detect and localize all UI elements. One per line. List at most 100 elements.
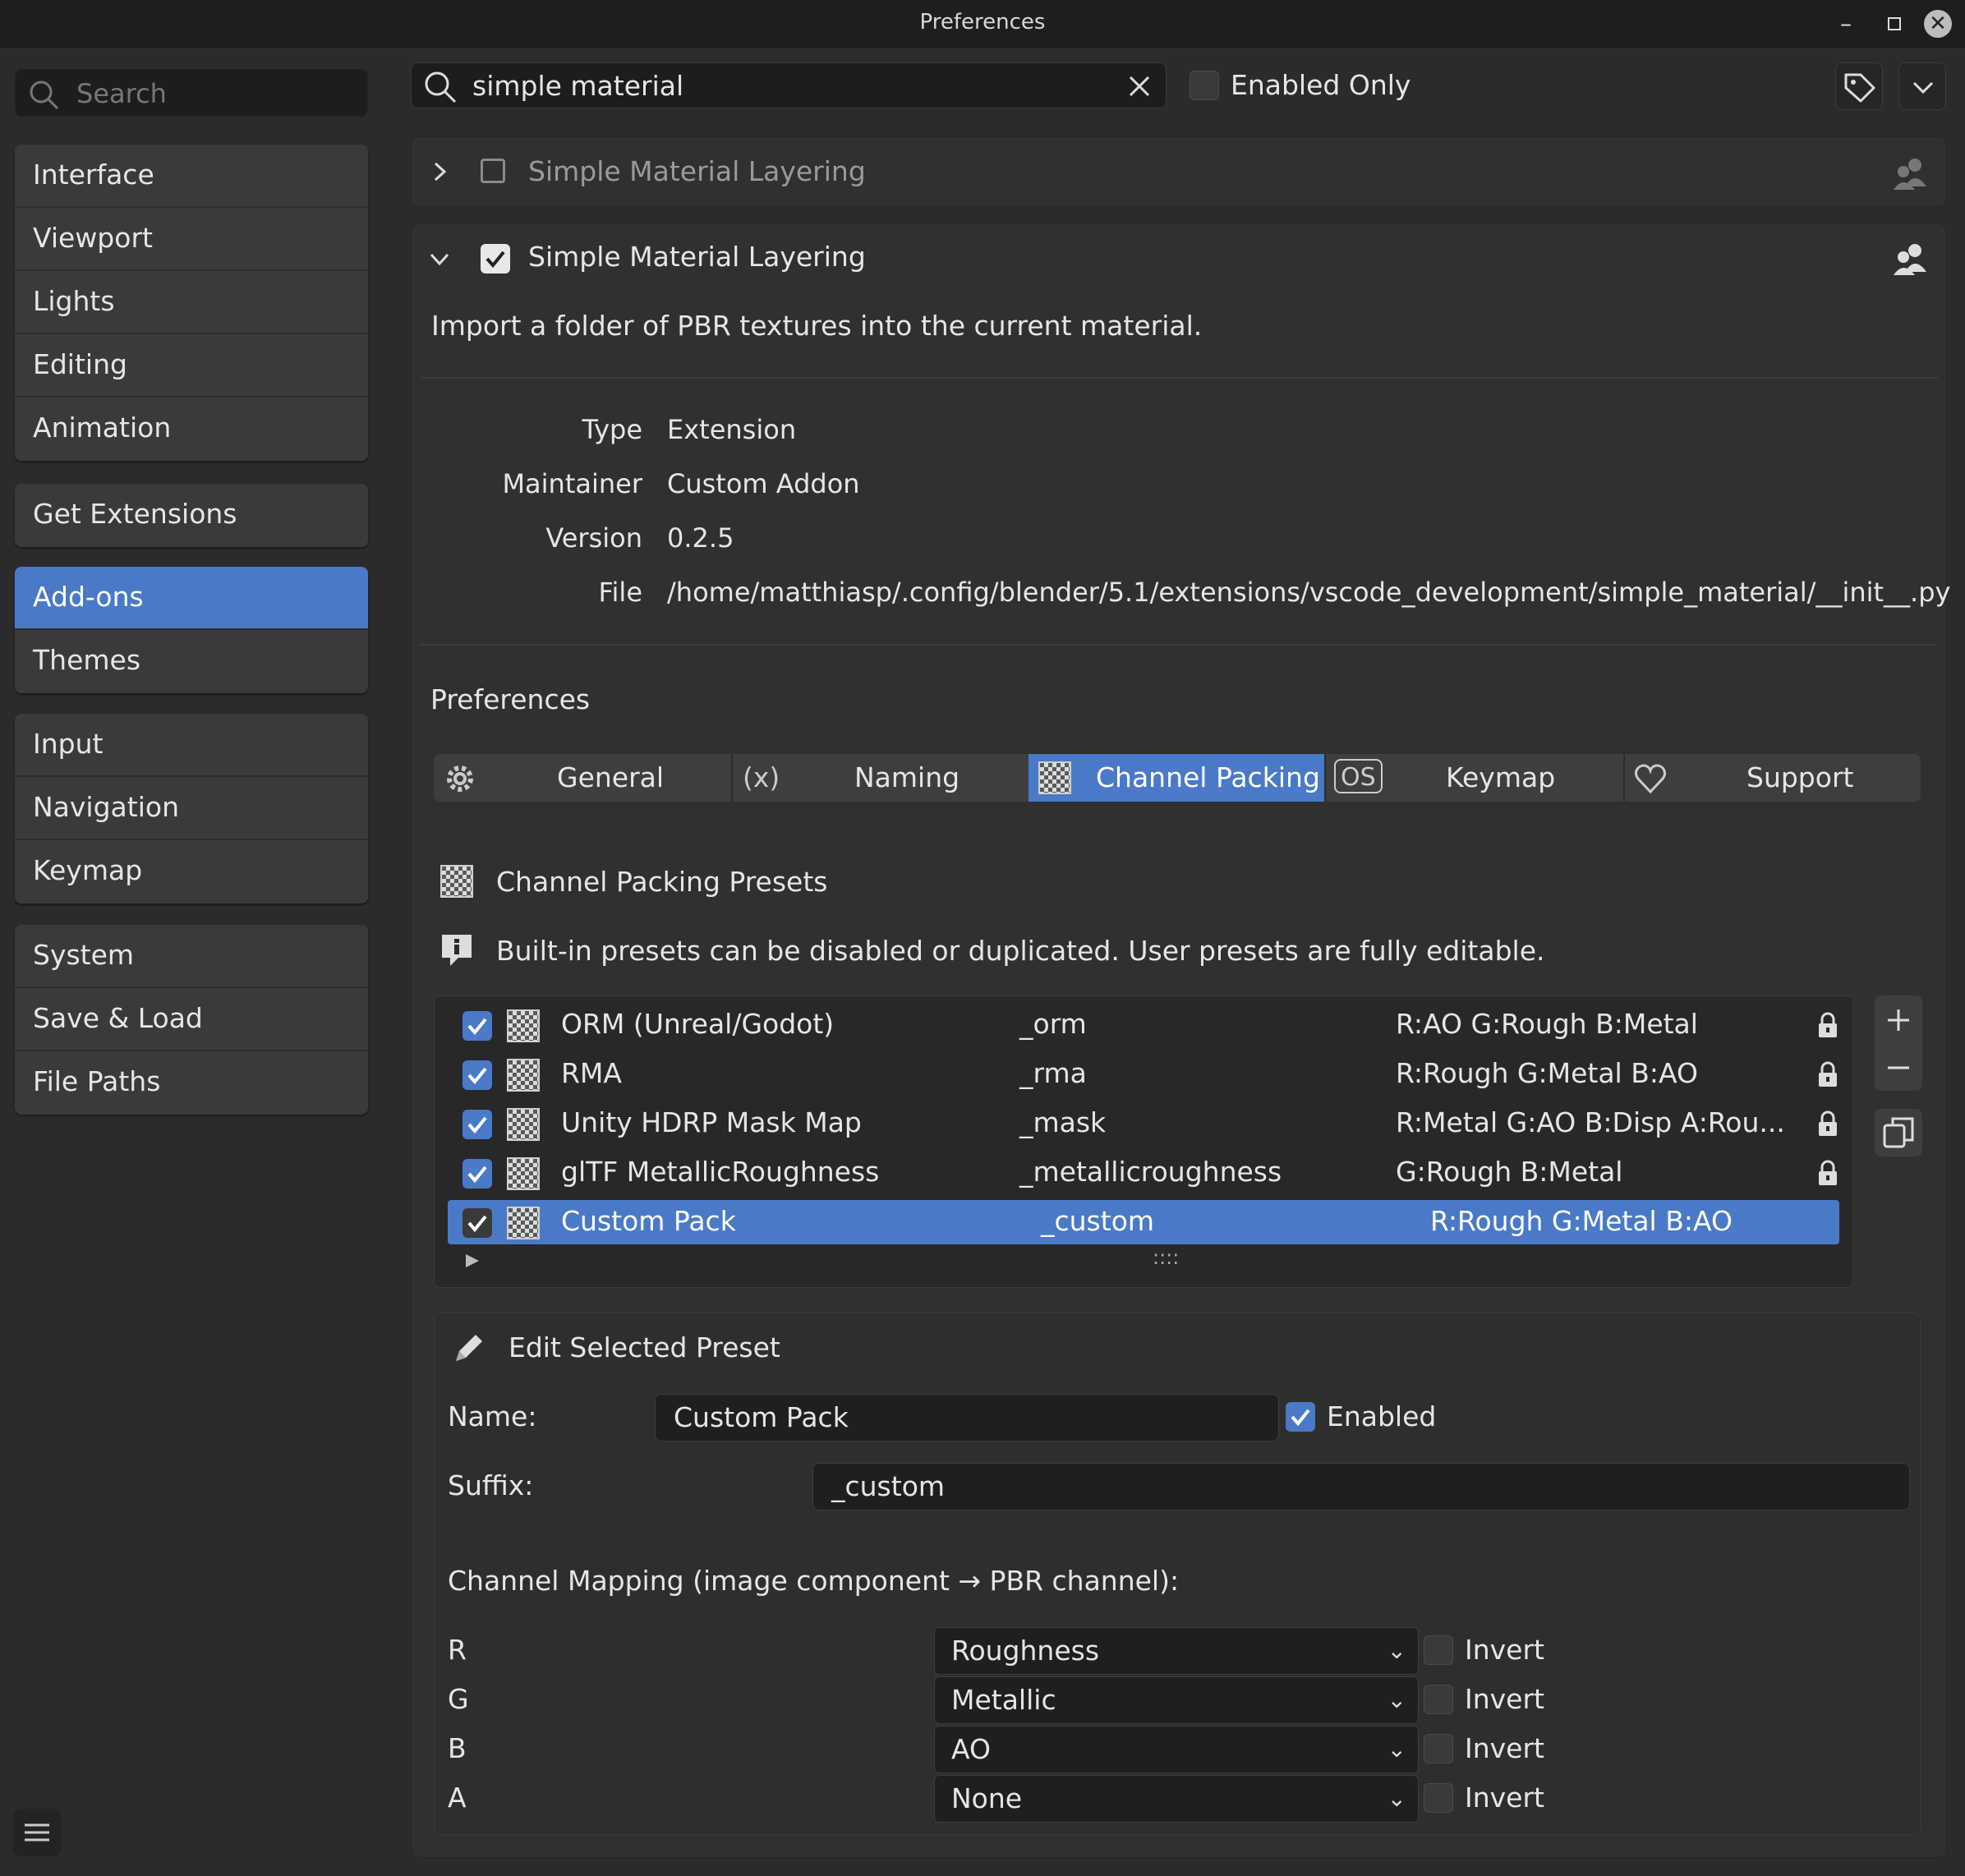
preset-suffix: _metallicroughness: [1019, 1156, 1282, 1188]
list-item-selected[interactable]: Custom Pack _custom R:Rough G:Metal B:AO: [448, 1200, 1839, 1244]
sidebar-item-navigation[interactable]: Navigation: [15, 777, 368, 840]
sidebar-item-get-extensions[interactable]: Get Extensions: [15, 484, 368, 547]
tab-support[interactable]: Support: [1625, 754, 1921, 802]
addon-name: Simple Material Layering: [528, 241, 866, 273]
sidebar-item-themes[interactable]: Themes: [15, 630, 368, 693]
chevron-down-icon[interactable]: [425, 244, 454, 274]
check-icon: [467, 1067, 487, 1085]
check-icon: [467, 1215, 487, 1233]
channel-g-invert-label: Invert: [1465, 1683, 1544, 1715]
checker-icon: [507, 1059, 540, 1092]
name-label: Name:: [448, 1400, 537, 1432]
os-key-icon: OS: [1334, 759, 1383, 793]
duplicate-preset-button[interactable]: [1875, 1109, 1922, 1156]
checker-icon: [507, 1157, 540, 1190]
pencil-icon: [456, 1335, 482, 1361]
info-type-label: Type: [582, 414, 643, 445]
addon-enable-checkbox[interactable]: [481, 244, 510, 274]
sidebar-item-editing[interactable]: Editing: [15, 334, 368, 398]
divider: [421, 377, 1938, 379]
channel-r-invert-label: Invert: [1465, 1634, 1544, 1666]
tab-keymap[interactable]: OS Keymap: [1326, 754, 1623, 802]
preset-enabled-checkbox[interactable]: [462, 1110, 492, 1139]
channel-r-invert-checkbox[interactable]: [1424, 1635, 1453, 1665]
addon-enable-checkbox[interactable]: [481, 159, 505, 183]
addon-description: Import a folder of PBR textures into the…: [431, 310, 1203, 342]
sidebar-item-add-ons[interactable]: Add-ons: [15, 567, 368, 630]
preset-suffix-input[interactable]: _custom: [812, 1463, 1910, 1510]
info-maintainer-label: Maintainer: [502, 468, 642, 499]
checker-icon: [1038, 761, 1071, 794]
chevron-down-icon: ⌄: [1387, 1637, 1406, 1664]
info-file-value: /home/matthiasp/.config/blender/5.1/exte…: [667, 577, 1951, 608]
remove-preset-button[interactable]: [1875, 1045, 1922, 1091]
addon-entry-collapsed: Simple Material Layering: [411, 136, 1947, 207]
channel-mapping-heading: Channel Mapping (image component → PBR c…: [448, 1565, 1180, 1597]
sidebar-item-viewport[interactable]: Viewport: [15, 208, 368, 271]
minimize-button[interactable]: –: [1827, 5, 1865, 43]
sidebar-item-lights[interactable]: Lights: [15, 271, 368, 334]
maximize-button[interactable]: [1875, 5, 1912, 43]
preset-channels: R:AO G:Rough B:Metal: [1396, 1008, 1698, 1040]
close-button[interactable]: ✕: [1924, 10, 1952, 38]
enabled-only-checkbox[interactable]: [1190, 71, 1219, 100]
heart-icon: [1635, 764, 1666, 794]
nav-group-3: Add-ons Themes: [15, 567, 368, 693]
channel-r-label: R: [448, 1634, 467, 1666]
preset-name-input[interactable]: Custom Pack: [655, 1394, 1279, 1441]
preset-enabled-checkbox[interactable]: [462, 1159, 492, 1189]
info-version-label: Version: [545, 522, 642, 554]
lock-icon: [1819, 1160, 1837, 1185]
sidebar-item-system[interactable]: System: [15, 925, 368, 988]
channel-g-label: G: [448, 1683, 469, 1715]
sidebar-item-input[interactable]: Input: [15, 714, 368, 777]
list-item[interactable]: glTF MetallicRoughness _metallicroughnes…: [448, 1151, 1839, 1195]
channel-b-invert-checkbox[interactable]: [1424, 1734, 1453, 1763]
resize-grip[interactable]: ::::: [1153, 1246, 1179, 1269]
preset-enabled-checkbox[interactable]: [1286, 1402, 1315, 1432]
channel-b-select[interactable]: AO ⌄: [934, 1726, 1419, 1773]
preset-enabled-checkbox[interactable]: [462, 1060, 492, 1090]
sidebar-item-keymap[interactable]: Keymap: [15, 840, 368, 904]
check-icon: [467, 1116, 487, 1134]
channel-g-select[interactable]: Metallic ⌄: [934, 1676, 1419, 1724]
sidebar-item-interface[interactable]: Interface: [15, 145, 368, 208]
tab-general[interactable]: General: [434, 754, 731, 802]
sidebar-item-save-load[interactable]: Save & Load: [15, 988, 368, 1051]
sidebar-search-input[interactable]: Search: [15, 69, 368, 117]
list-item[interactable]: RMA _rma R:Rough G:Metal B:AO: [448, 1052, 1839, 1097]
channel-a-invert-checkbox[interactable]: [1424, 1783, 1453, 1813]
addon-name: Simple Material Layering: [528, 155, 866, 187]
edit-preset-heading: Edit Selected Preset: [509, 1331, 780, 1363]
plus-icon: [1888, 1009, 1909, 1031]
menu-button[interactable]: [13, 1809, 61, 1856]
checker-icon: [440, 865, 473, 898]
addon-search-input[interactable]: simple material: [411, 62, 1167, 108]
preset-channels: G:Rough B:Metal: [1396, 1156, 1623, 1188]
list-item[interactable]: Unity HDRP Mask Map _mask R:Metal G:AO B…: [448, 1101, 1839, 1146]
sidebar-item-file-paths[interactable]: File Paths: [15, 1051, 368, 1115]
nav-group-5: System Save & Load File Paths: [15, 925, 368, 1115]
check-icon: [485, 251, 505, 269]
channel-a-select[interactable]: None ⌄: [934, 1775, 1419, 1823]
lock-icon: [1819, 1110, 1837, 1136]
clear-search-icon[interactable]: [1126, 73, 1153, 99]
presets-list: ORM (Unreal/Godot) _orm R:AO G:Rough B:M…: [434, 995, 1853, 1288]
chevron-right-icon[interactable]: [425, 157, 454, 186]
tag-filter-button[interactable]: [1835, 62, 1883, 110]
preferences-tabs: General (x) Naming Channel Packing OS Ke…: [434, 754, 1921, 802]
filter-dropdown-button[interactable]: [1898, 62, 1946, 110]
divider: [421, 644, 1937, 646]
preset-enabled-checkbox[interactable]: [462, 1011, 492, 1041]
sidebar-search-placeholder: Search: [76, 78, 167, 109]
expand-triangle-icon[interactable]: [462, 1251, 482, 1271]
channel-r-select[interactable]: Roughness ⌄: [934, 1627, 1419, 1675]
tab-naming[interactable]: (x) Naming: [733, 754, 1029, 802]
tab-channel-packing[interactable]: Channel Packing: [1029, 754, 1324, 802]
check-icon: [1291, 1409, 1310, 1427]
channel-g-invert-checkbox[interactable]: [1424, 1685, 1453, 1714]
list-item[interactable]: ORM (Unreal/Godot) _orm R:AO G:Rough B:M…: [448, 1003, 1839, 1047]
preset-enabled-checkbox[interactable]: [462, 1208, 492, 1238]
add-preset-button[interactable]: [1875, 997, 1922, 1043]
sidebar-item-animation[interactable]: Animation: [15, 398, 368, 461]
